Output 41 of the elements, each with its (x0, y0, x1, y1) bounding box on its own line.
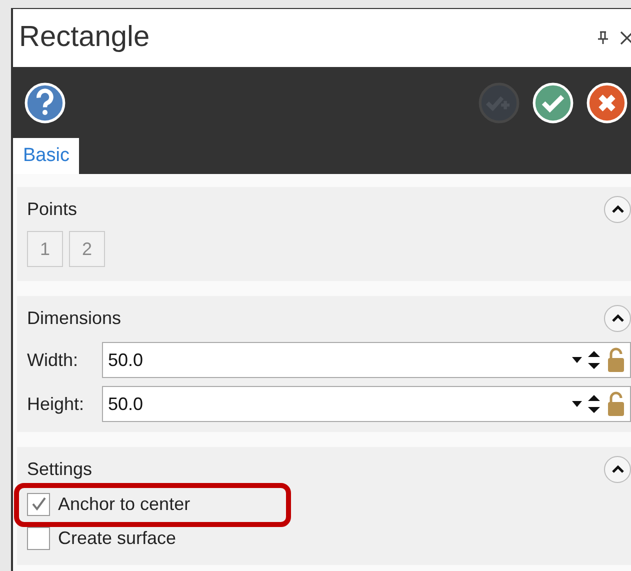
collapse-button[interactable] (604, 196, 631, 222)
close-icon (619, 30, 631, 46)
cancel-button[interactable] (586, 82, 628, 124)
pin-icon (597, 31, 609, 45)
field-value: 50.0 (108, 392, 144, 416)
x-icon (586, 82, 628, 124)
lock-icon (607, 391, 625, 417)
spinner-arrows-icon (588, 349, 600, 371)
tab[interactable]: Basic (13, 138, 80, 174)
pin-button[interactable] (597, 31, 609, 45)
check-plus-icon (478, 82, 520, 124)
window-title: Rectangle (19, 20, 151, 56)
checkbox-label: Create surface (58, 526, 176, 550)
field-value: 50.0 (108, 348, 144, 372)
chevron-up-icon (610, 313, 624, 323)
chevron-up-icon (610, 464, 624, 474)
ok-button[interactable] (532, 82, 574, 124)
help-button[interactable] (24, 82, 66, 124)
spinner-arrows-icon (588, 393, 600, 415)
lock-icon (607, 347, 625, 373)
close-button[interactable] (619, 30, 631, 46)
checkmark-icon (30, 497, 46, 511)
dropdown-caret-icon (572, 357, 582, 363)
section-title: Dimensions (27, 306, 122, 330)
collapse-button[interactable] (604, 304, 631, 332)
field-label: Height: (27, 392, 86, 416)
check-icon (532, 82, 574, 124)
number-field[interactable]: 50.0 (102, 386, 631, 422)
section-title: Points (27, 198, 78, 220)
collapse-button[interactable] (604, 456, 631, 482)
dropdown-caret-icon (572, 401, 582, 407)
point-button[interactable]: 2 (69, 231, 105, 267)
point-button[interactable]: 1 (27, 231, 63, 267)
checkbox-label: Anchor to center (58, 492, 190, 516)
chevron-up-icon (610, 204, 624, 214)
number-field[interactable]: 50.0 (102, 342, 631, 378)
help-icon (24, 82, 66, 124)
checkbox[interactable] (27, 492, 50, 516)
checkbox[interactable] (27, 526, 50, 550)
field-label: Width: (27, 348, 80, 372)
section-title: Settings (27, 458, 94, 481)
